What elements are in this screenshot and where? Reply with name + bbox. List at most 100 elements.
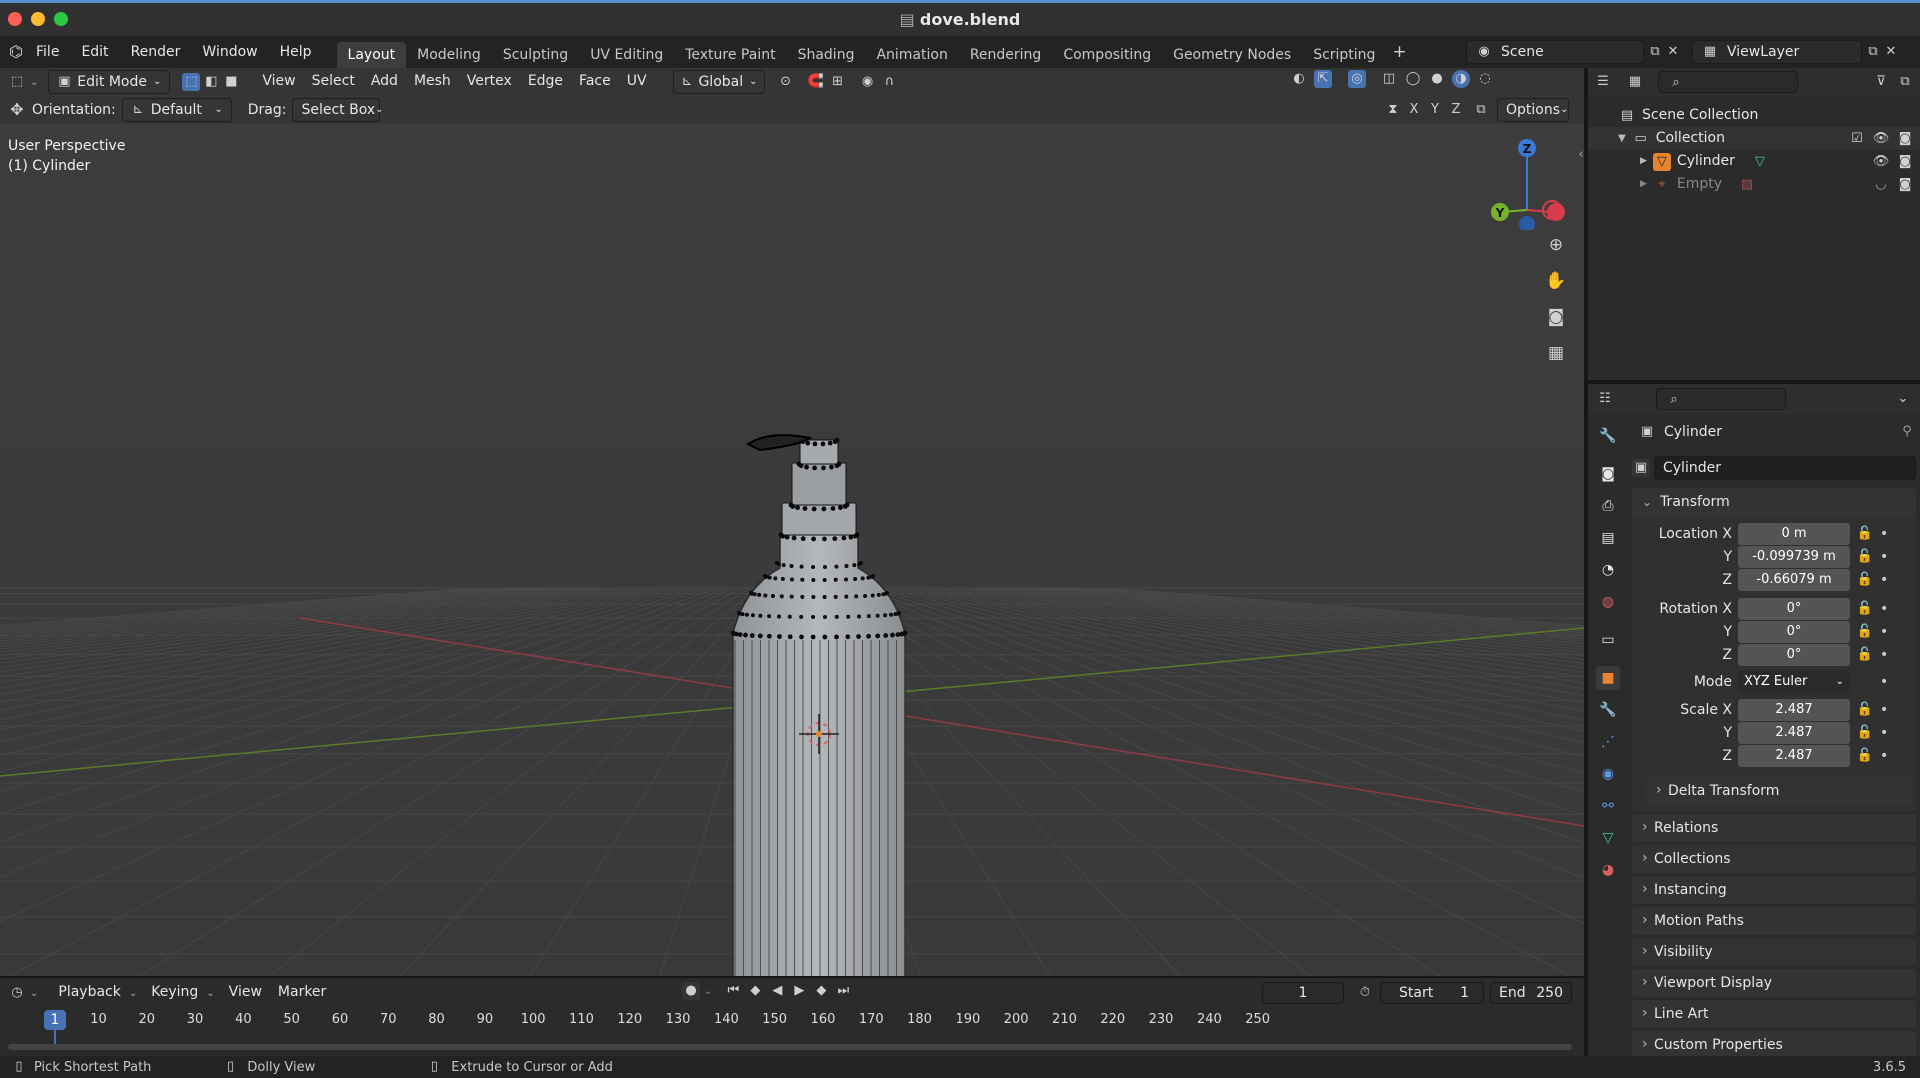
keyframe-dot-icon[interactable]: • xyxy=(1880,601,1888,617)
3d-viewport[interactable]: User Perspective (1) Cylinder Z Y ⊕ ✋ ◙ … xyxy=(0,68,1584,976)
pin-icon[interactable]: ⚲ xyxy=(1898,423,1916,441)
mode-dropdown[interactable]: ▣ Edit Mode ⌄ xyxy=(48,70,171,94)
render-tab-icon[interactable]: ◙ xyxy=(1596,462,1620,486)
eye-icon[interactable]: 👁 xyxy=(1872,130,1890,148)
properties-editor-icon[interactable]: ☷ xyxy=(1596,390,1614,408)
tab-shading[interactable]: Shading xyxy=(787,42,866,68)
overlays-icon[interactable]: ◎ xyxy=(1348,70,1366,88)
render-camera-icon[interactable]: ◙ xyxy=(1896,130,1914,148)
tab-modeling[interactable]: Modeling xyxy=(406,42,492,68)
tab-texture-paint[interactable]: Texture Paint xyxy=(674,42,786,68)
play-icon[interactable]: ▶ xyxy=(790,982,808,1000)
tab-geometry-nodes[interactable]: Geometry Nodes xyxy=(1162,42,1302,68)
snap-target-icon[interactable]: ⊞ xyxy=(829,73,847,91)
viewport-menu-face[interactable]: Face xyxy=(571,70,619,94)
transform-panel-header[interactable]: ⌄ Transform xyxy=(1632,488,1916,516)
lock-icon[interactable]: 🔓 xyxy=(1856,600,1874,618)
properties-search[interactable]: ⌕ xyxy=(1656,388,1786,410)
viewlayer-field[interactable]: ▦ ViewLayer xyxy=(1692,40,1862,64)
pan-hand-icon[interactable]: ✋ xyxy=(1543,268,1569,294)
rotation-mode-dropdown[interactable]: XYZ Euler ⌄ xyxy=(1738,671,1850,693)
keyframe-dot-icon[interactable]: • xyxy=(1880,748,1888,764)
delete-viewlayer-icon[interactable]: ✕ xyxy=(1882,43,1900,61)
panel-instancing[interactable]: Instancing xyxy=(1632,875,1916,904)
timeline-scrollbar[interactable] xyxy=(8,1044,1572,1050)
lock-icon[interactable]: 🔓 xyxy=(1856,548,1874,566)
menu-file[interactable]: File xyxy=(25,36,70,68)
tool-tab-icon[interactable]: 🔧 xyxy=(1596,424,1620,448)
rendered-shading-icon[interactable]: ◌ xyxy=(1476,70,1494,88)
menu-help[interactable]: Help xyxy=(269,36,323,68)
record-icon[interactable]: ● xyxy=(682,982,700,1000)
location-z-field[interactable]: -0.66079 m xyxy=(1738,568,1850,591)
filter-icon[interactable]: ⊽ xyxy=(1872,73,1890,91)
chevron-down-icon[interactable]: ⌄ xyxy=(1894,390,1912,408)
output-tab-icon[interactable]: ⎙ xyxy=(1596,494,1620,518)
constraints-tab-icon[interactable]: ⚯ xyxy=(1596,794,1620,818)
prev-keyframe-icon[interactable]: ◆ xyxy=(746,982,764,1000)
viewport-menu-select[interactable]: Select xyxy=(304,70,363,94)
tab-sculpting[interactable]: Sculpting xyxy=(492,42,579,68)
gizmo-toggle-icon[interactable]: ⇱ xyxy=(1314,70,1332,88)
face-select-icon[interactable]: ■ xyxy=(222,73,241,91)
vertex-select-icon[interactable]: ⬚ xyxy=(182,73,201,91)
material-shading-icon[interactable]: ◑ xyxy=(1452,70,1470,88)
add-workspace-icon[interactable]: + xyxy=(1390,43,1408,61)
start-frame-field[interactable]: Start 1 xyxy=(1380,982,1484,1004)
eye-icon[interactable]: 👁 xyxy=(1872,153,1890,171)
jump-start-icon[interactable]: ⏮ xyxy=(724,982,742,1000)
timeline-menu-playback[interactable]: Playback xyxy=(50,981,128,1005)
outliner-editor-icon[interactable]: ☰ xyxy=(1594,73,1612,91)
mirror-x-toggle[interactable]: X xyxy=(1405,101,1423,119)
blender-logo-icon[interactable]: ⌬ xyxy=(7,43,25,61)
expand-icon[interactable]: ▶ xyxy=(1640,150,1647,173)
jump-end-icon[interactable]: ⏭ xyxy=(834,982,852,1000)
mirror-y-toggle[interactable]: Y xyxy=(1426,101,1444,119)
viewport-menu-uv[interactable]: UV xyxy=(619,70,655,94)
new-collection-icon[interactable]: ⧉ xyxy=(1896,73,1914,91)
topology-mirror-icon[interactable]: ⧉ xyxy=(1472,101,1490,119)
display-mode-icon[interactable]: ▦ xyxy=(1626,73,1644,91)
mesh-data-icon[interactable]: ▽ xyxy=(1751,153,1769,171)
next-keyframe-icon[interactable]: ◆ xyxy=(812,982,830,1000)
navigation-gizmo[interactable]: Z Y xyxy=(1474,130,1574,230)
delete-scene-icon[interactable]: ✕ xyxy=(1664,43,1682,61)
menu-window[interactable]: Window xyxy=(191,36,268,68)
lock-icon[interactable]: 🔓 xyxy=(1856,623,1874,641)
transform-space-dropdown[interactable]: ⊾ Global ⌄ xyxy=(672,70,765,94)
mirror-z-toggle[interactable]: Z xyxy=(1447,101,1465,119)
timeline-menu-marker[interactable]: Marker xyxy=(270,981,334,1005)
panel-visibility[interactable]: Visibility xyxy=(1632,937,1916,966)
data-tab-icon[interactable]: ▽ xyxy=(1596,826,1620,850)
timeline-editor-icon[interactable]: ◷ xyxy=(8,984,26,1002)
location-x-field[interactable]: 0 m xyxy=(1738,522,1850,545)
orientation-dropdown[interactable]: ⊾ Default ⌄ xyxy=(121,98,232,122)
camera-icon[interactable]: ◙ xyxy=(1543,304,1569,330)
lock-icon[interactable]: 🔓 xyxy=(1856,701,1874,719)
keyframe-dot-icon[interactable]: • xyxy=(1880,702,1888,718)
outliner-item-cylinder[interactable]: ▶ ▽ Cylinder ▽ 👁 ◙ xyxy=(1588,150,1920,173)
solid-shading-icon[interactable]: ● xyxy=(1428,70,1446,88)
image-data-icon[interactable]: ▨ xyxy=(1738,176,1756,194)
end-frame-field[interactable]: End 250 xyxy=(1490,982,1572,1004)
tab-rendering[interactable]: Rendering xyxy=(959,42,1053,68)
viewport-menu-edge[interactable]: Edge xyxy=(520,70,571,94)
timeline-menu-view[interactable]: View xyxy=(221,981,270,1005)
panel-viewport-display[interactable]: Viewport Display xyxy=(1632,968,1916,997)
lock-icon[interactable]: 🔓 xyxy=(1856,571,1874,589)
keyframe-dot-icon[interactable]: • xyxy=(1880,549,1888,565)
ortho-grid-icon[interactable]: ▦ xyxy=(1543,340,1569,366)
zoom-icon[interactable]: ⊕ xyxy=(1543,232,1569,258)
panel-custom-properties[interactable]: Custom Properties xyxy=(1632,1030,1916,1059)
scene-collection-row[interactable]: ▤ Scene Collection xyxy=(1588,104,1920,127)
particles-tab-icon[interactable]: ⋰ xyxy=(1596,730,1620,754)
object-type-icon[interactable]: ▣ xyxy=(1632,459,1650,477)
editor-type-icon[interactable]: ⬚ xyxy=(8,73,26,91)
eye-closed-icon[interactable]: ◡ xyxy=(1872,176,1890,194)
edge-select-icon[interactable]: ◧ xyxy=(202,73,221,91)
pivot-point-icon[interactable]: ⊙ xyxy=(777,73,795,91)
rotation-x-field[interactable]: 0° xyxy=(1738,597,1850,620)
panel-relations[interactable]: Relations xyxy=(1632,813,1916,842)
view-layer-tab-icon[interactable]: ▤ xyxy=(1596,526,1620,550)
render-camera-icon[interactable]: ◙ xyxy=(1896,176,1914,194)
